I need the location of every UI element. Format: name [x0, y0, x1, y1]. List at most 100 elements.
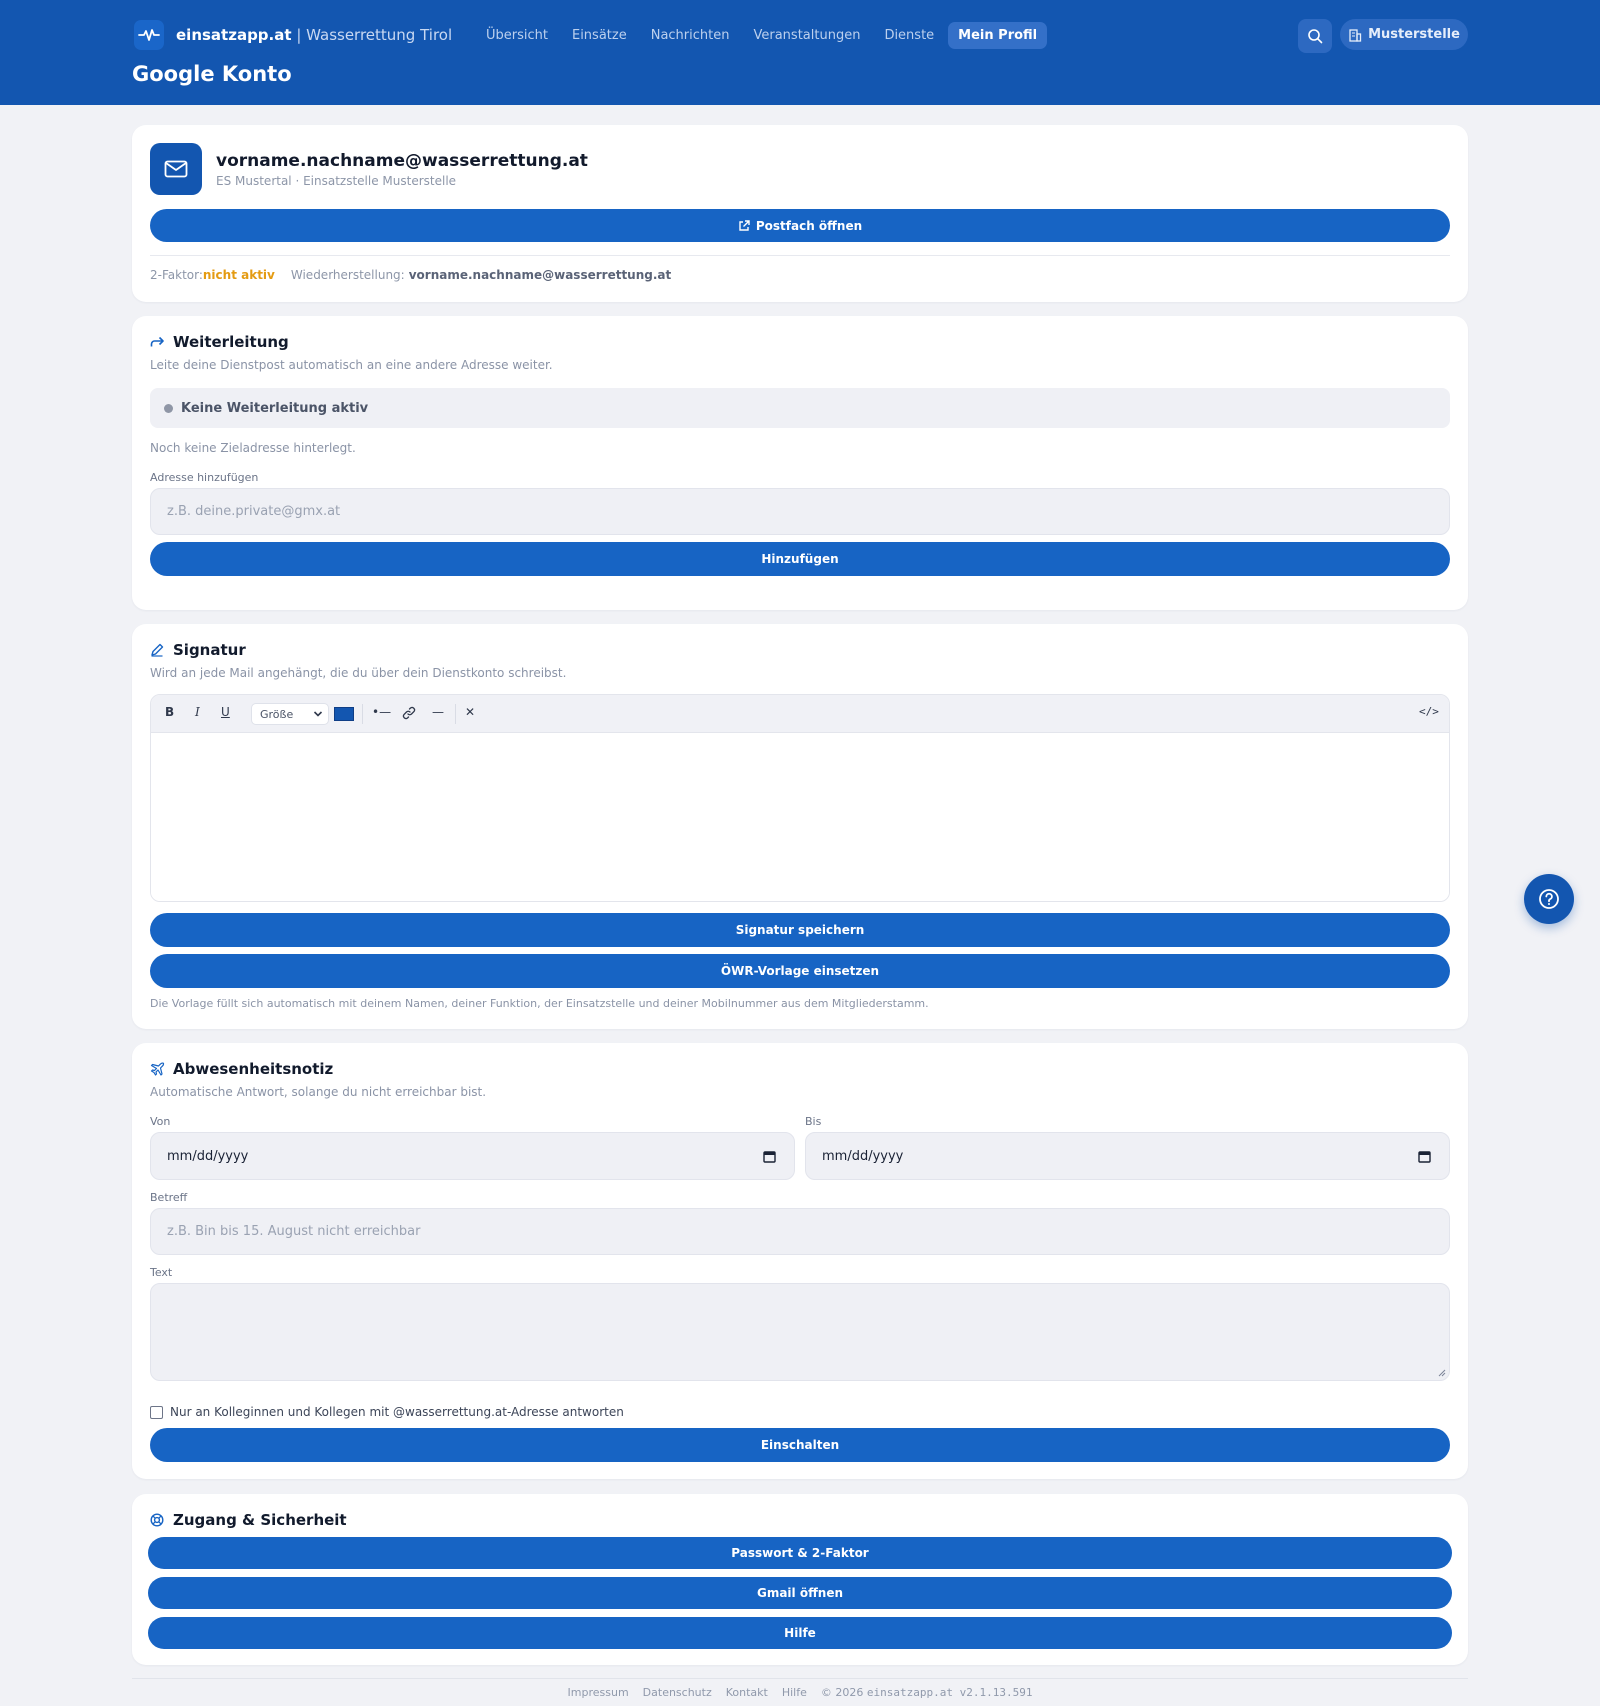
account-email: vorname.nachname@wasserrettung.at [216, 151, 588, 171]
brand-name: einsatzapp.at [176, 26, 292, 44]
colleagues-only-label: Nur an Kolleginnen und Kollegen mit @was… [170, 1405, 624, 1419]
password-2fa-button[interactable]: Passwort & 2-Faktor [148, 1537, 1452, 1569]
horizontal-rule-button[interactable]: — [432, 705, 444, 719]
search-button[interactable] [1298, 19, 1332, 53]
pen-icon [150, 642, 166, 658]
signature-subtitle: Wird an jede Mail angehängt, die du über… [150, 666, 567, 680]
forward-arrow-icon [150, 334, 166, 350]
security-title: Zugang & Sicherheit [173, 1511, 347, 1529]
to-date-value: mm/dd/yyyy [822, 1148, 904, 1164]
forwarding-card: Weiterleitung Leite deine Dienstpost aut… [132, 316, 1468, 610]
to-label: Bis [805, 1115, 822, 1128]
brand-subtitle: | Wasserrettung Tirol [291, 26, 453, 44]
nav-mein-profil[interactable]: Mein Profil [948, 22, 1048, 49]
add-address-label: Adresse hinzufügen [150, 471, 259, 484]
from-date-input[interactable]: mm/dd/yyyy [150, 1132, 795, 1180]
forwarding-status-text: Keine Weiterleitung aktiv [181, 400, 369, 416]
forwarding-title: Weiterleitung [173, 333, 289, 351]
signature-content-area[interactable] [151, 733, 1449, 901]
footer-copyright: © 2026 einsatzapp.at v2.1.13.591 [821, 1686, 1033, 1699]
bold-button[interactable]: B [165, 705, 174, 719]
page-title: Google Konto [132, 62, 292, 86]
nav-einsaetze[interactable]: Einsätze [562, 22, 637, 49]
source-code-button[interactable]: </> [1419, 705, 1439, 718]
template-note: Die Vorlage füllt sich automatisch mit d… [150, 997, 929, 1010]
colleagues-only-checkbox[interactable] [150, 1405, 163, 1419]
add-forwarding-button[interactable]: Hinzufügen [150, 542, 1450, 576]
insert-template-button[interactable]: ÖWR-Vorlage einsetzen [150, 954, 1450, 988]
status-dot-icon [164, 403, 173, 413]
twofa-label: 2-Faktor: [150, 268, 203, 282]
divider [150, 255, 1450, 256]
open-mailbox-button[interactable]: Postfach öffnen [150, 209, 1450, 242]
subject-label: Betreff [150, 1191, 188, 1204]
to-date-input[interactable]: mm/dd/yyyy [805, 1132, 1450, 1180]
absence-subtitle: Automatische Antwort, solange du nicht e… [150, 1085, 487, 1099]
font-size-select[interactable]: Größe [251, 703, 329, 725]
top-header: einsatzapp.at | Wasserrettung Tirol Über… [0, 0, 1600, 105]
airplane-icon [150, 1061, 166, 1077]
org-switcher-button[interactable]: Musterstelle [1340, 19, 1468, 50]
external-link-icon [739, 219, 750, 231]
footer-kontakt-link[interactable]: Kontakt [726, 1686, 768, 1699]
signature-editor: B I U Größe •— — ✕ </> [150, 694, 1450, 902]
calendar-icon [763, 1151, 776, 1163]
nav-veranstaltungen[interactable]: Veranstaltungen [743, 22, 870, 49]
help-button[interactable]: Hilfe [148, 1617, 1452, 1649]
pulse-logo-icon [134, 20, 164, 50]
clear-format-button[interactable]: ✕ [465, 705, 475, 719]
subject-placeholder: z.B. Bin bis 15. August nicht erreichbar [167, 1224, 421, 1239]
footer-datenschutz-link[interactable]: Datenschutz [643, 1686, 712, 1699]
list-button[interactable]: •— [372, 705, 391, 719]
toolbar-separator [455, 704, 456, 724]
open-gmail-button[interactable]: Gmail öffnen [148, 1577, 1452, 1609]
signature-title: Signatur [173, 641, 246, 659]
nav-uebersicht[interactable]: Übersicht [476, 22, 558, 49]
forwarding-address-input[interactable]: z.B. deine.private@gmx.at [150, 488, 1450, 535]
help-fab-button[interactable] [1524, 874, 1574, 924]
from-label: Von [150, 1115, 171, 1128]
subject-input[interactable]: z.B. Bin bis 15. August nicht erreichbar [150, 1208, 1450, 1255]
absence-card: Abwesenheitsnotiz Automatische Antwort, … [132, 1043, 1468, 1479]
from-date-value: mm/dd/yyyy [167, 1148, 249, 1164]
text-label: Text [150, 1266, 173, 1279]
nav-nachrichten[interactable]: Nachrichten [641, 22, 740, 49]
editor-toolbar: B I U Größe •— — ✕ </> [151, 695, 1449, 733]
italic-button[interactable]: I [195, 705, 200, 719]
enable-absence-button[interactable]: Einschalten [150, 1428, 1450, 1462]
calendar-icon [1418, 1151, 1431, 1163]
absence-title: Abwesenheitsnotiz [173, 1060, 334, 1078]
footer: Impressum Datenschutz Kontakt Hilfe © 20… [0, 1686, 1600, 1699]
nav-dienste[interactable]: Dienste [874, 22, 944, 49]
footer-hilfe-link[interactable]: Hilfe [782, 1686, 807, 1699]
resize-handle-icon[interactable] [1438, 1369, 1446, 1377]
underline-button[interactable]: U [221, 705, 230, 719]
colleagues-only-option[interactable]: Nur an Kolleginnen und Kollegen mit @was… [150, 1405, 624, 1419]
account-subtitle: ES Mustertal · Einsatzstelle Musterstell… [216, 174, 457, 188]
save-signature-button[interactable]: Signatur speichern [150, 913, 1450, 947]
forwarding-subtitle: Leite deine Dienstpost automatisch an ei… [150, 358, 553, 372]
absence-text-area[interactable] [150, 1283, 1450, 1381]
footer-divider [132, 1678, 1468, 1679]
recovery-label: Wiederherstellung: [290, 268, 405, 282]
text-color-swatch[interactable] [334, 707, 354, 721]
toolbar-separator [362, 704, 363, 724]
link-icon [402, 706, 416, 720]
question-circle-icon [1539, 889, 1559, 909]
forwarding-address-placeholder: z.B. deine.private@gmx.at [167, 504, 341, 519]
account-card: vorname.nachname@wasserrettung.at ES Mus… [132, 125, 1468, 302]
open-mailbox-label: Postfach öffnen [755, 218, 863, 233]
forwarding-heading: Weiterleitung [150, 333, 289, 351]
recovery-email: vorname.nachname@wasserrettung.at [408, 268, 672, 282]
font-size-value: Größe [260, 707, 294, 721]
footer-impressum-link[interactable]: Impressum [568, 1686, 629, 1699]
link-button[interactable] [402, 706, 416, 723]
signature-card: Signatur Wird an jede Mail angehängt, di… [132, 624, 1468, 1029]
search-icon [1308, 29, 1323, 44]
main-nav: Übersicht Einsätze Nachrichten Veranstal… [476, 22, 1051, 49]
brand[interactable]: einsatzapp.at | Wasserrettung Tirol [134, 20, 452, 50]
security-heading: Zugang & Sicherheit [150, 1511, 347, 1529]
building-icon [1349, 28, 1362, 42]
version-text: einsatzapp.at v2.1.13.591 [866, 1686, 1033, 1699]
account-meta: 2-Faktor: nicht aktiv Wiederherstellung:… [150, 268, 671, 282]
